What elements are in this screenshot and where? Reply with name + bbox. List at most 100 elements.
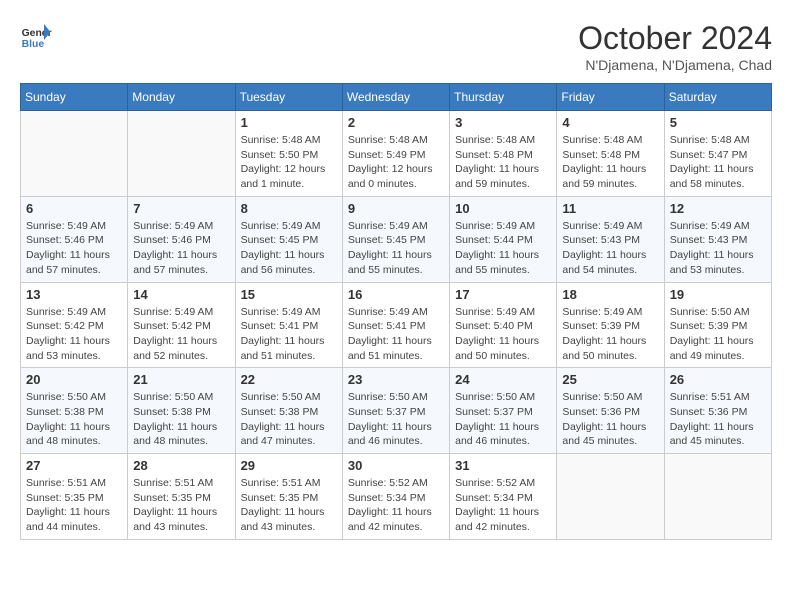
- calendar-cell: 26 Sunrise: 5:51 AMSunset: 5:36 PMDayligh…: [664, 368, 771, 454]
- calendar-cell: 7 Sunrise: 5:49 AMSunset: 5:46 PMDaylight…: [128, 196, 235, 282]
- calendar-cell: 13 Sunrise: 5:49 AMSunset: 5:42 PMDayligh…: [21, 282, 128, 368]
- day-info: Sunrise: 5:51 AMSunset: 5:35 PMDaylight:…: [26, 476, 122, 535]
- day-number: 12: [670, 201, 766, 216]
- day-info: Sunrise: 5:48 AMSunset: 5:48 PMDaylight:…: [562, 133, 658, 192]
- calendar-table: SundayMondayTuesdayWednesdayThursdayFrid…: [20, 83, 772, 540]
- svg-text:Blue: Blue: [22, 39, 45, 50]
- day-number: 4: [562, 115, 658, 130]
- day-info: Sunrise: 5:49 AMSunset: 5:42 PMDaylight:…: [26, 305, 122, 364]
- day-number: 2: [348, 115, 444, 130]
- day-info: Sunrise: 5:50 AMSunset: 5:38 PMDaylight:…: [133, 390, 229, 449]
- day-number: 16: [348, 287, 444, 302]
- calendar-cell: 23Sunrise: 5:50 AMSunset: 5:37 PMDayligh…: [342, 368, 449, 454]
- day-number: 18: [562, 287, 658, 302]
- calendar-cell: 29 Sunrise: 5:51 AMSunset: 5:35 PMDayligh…: [235, 454, 342, 540]
- weekday-header: Saturday: [664, 84, 771, 111]
- day-info: Sunrise: 5:52 AMSunset: 5:34 PMDaylight:…: [455, 476, 551, 535]
- calendar-cell: 10 Sunrise: 5:49 AMSunset: 5:44 PMDayligh…: [450, 196, 557, 282]
- day-info: Sunrise: 5:51 AMSunset: 5:36 PMDaylight:…: [670, 390, 766, 449]
- day-info: Sunrise: 5:49 AMSunset: 5:42 PMDaylight:…: [133, 305, 229, 364]
- calendar-cell: 25 Sunrise: 5:50 AMSunset: 5:36 PMDayligh…: [557, 368, 664, 454]
- day-info: Sunrise: 5:49 AMSunset: 5:43 PMDaylight:…: [670, 219, 766, 278]
- day-number: 26: [670, 372, 766, 387]
- day-info: Sunrise: 5:50 AMSunset: 5:36 PMDaylight:…: [562, 390, 658, 449]
- day-number: 6: [26, 201, 122, 216]
- day-number: 25: [562, 372, 658, 387]
- location: N'Djamena, N'Djamena, Chad: [578, 57, 772, 73]
- calendar-cell: [128, 111, 235, 197]
- weekday-header: Thursday: [450, 84, 557, 111]
- day-number: 27: [26, 458, 122, 473]
- calendar-cell: 30Sunrise: 5:52 AMSunset: 5:34 PMDayligh…: [342, 454, 449, 540]
- day-info: Sunrise: 5:49 AMSunset: 5:45 PMDaylight:…: [241, 219, 337, 278]
- calendar-cell: 2 Sunrise: 5:48 AMSunset: 5:49 PMDaylight…: [342, 111, 449, 197]
- logo-icon: General Blue: [20, 20, 52, 52]
- calendar-week-row: 1 Sunrise: 5:48 AMSunset: 5:50 PMDaylight…: [21, 111, 772, 197]
- weekday-header: Monday: [128, 84, 235, 111]
- weekday-header: Wednesday: [342, 84, 449, 111]
- day-number: 15: [241, 287, 337, 302]
- calendar-cell: 14 Sunrise: 5:49 AMSunset: 5:42 PMDayligh…: [128, 282, 235, 368]
- weekday-header: Tuesday: [235, 84, 342, 111]
- day-info: Sunrise: 5:51 AMSunset: 5:35 PMDaylight:…: [133, 476, 229, 535]
- day-number: 3: [455, 115, 551, 130]
- calendar-cell: 21 Sunrise: 5:50 AMSunset: 5:38 PMDayligh…: [128, 368, 235, 454]
- page-header: General Blue October 2024 N'Djamena, N'D…: [20, 20, 772, 73]
- day-info: Sunrise: 5:50 AMSunset: 5:37 PMDaylight:…: [455, 390, 551, 449]
- calendar-cell: 4 Sunrise: 5:48 AMSunset: 5:48 PMDaylight…: [557, 111, 664, 197]
- day-number: 22: [241, 372, 337, 387]
- day-number: 11: [562, 201, 658, 216]
- day-number: 29: [241, 458, 337, 473]
- weekday-header: Sunday: [21, 84, 128, 111]
- calendar-cell: 28 Sunrise: 5:51 AMSunset: 5:35 PMDayligh…: [128, 454, 235, 540]
- calendar-cell: 1 Sunrise: 5:48 AMSunset: 5:50 PMDaylight…: [235, 111, 342, 197]
- day-number: 31: [455, 458, 551, 473]
- day-number: 5: [670, 115, 766, 130]
- calendar-cell: 17 Sunrise: 5:49 AMSunset: 5:40 PMDayligh…: [450, 282, 557, 368]
- day-info: Sunrise: 5:49 AMSunset: 5:46 PMDaylight:…: [26, 219, 122, 278]
- calendar-cell: [557, 454, 664, 540]
- calendar-cell: 5 Sunrise: 5:48 AMSunset: 5:47 PMDaylight…: [664, 111, 771, 197]
- day-info: Sunrise: 5:50 AMSunset: 5:39 PMDaylight:…: [670, 305, 766, 364]
- day-info: Sunrise: 5:49 AMSunset: 5:46 PMDaylight:…: [133, 219, 229, 278]
- calendar-cell: 31 Sunrise: 5:52 AMSunset: 5:34 PMDayligh…: [450, 454, 557, 540]
- day-number: 19: [670, 287, 766, 302]
- weekday-header: Friday: [557, 84, 664, 111]
- calendar-cell: 11Sunrise: 5:49 AMSunset: 5:43 PMDayligh…: [557, 196, 664, 282]
- month-title: October 2024: [578, 20, 772, 57]
- day-number: 8: [241, 201, 337, 216]
- calendar-cell: [21, 111, 128, 197]
- day-info: Sunrise: 5:49 AMSunset: 5:41 PMDaylight:…: [241, 305, 337, 364]
- day-number: 13: [26, 287, 122, 302]
- calendar-week-row: 20 Sunrise: 5:50 AMSunset: 5:38 PMDayligh…: [21, 368, 772, 454]
- day-info: Sunrise: 5:48 AMSunset: 5:49 PMDaylight:…: [348, 133, 444, 192]
- day-info: Sunrise: 5:50 AMSunset: 5:38 PMDaylight:…: [26, 390, 122, 449]
- calendar-cell: 22Sunrise: 5:50 AMSunset: 5:38 PMDayligh…: [235, 368, 342, 454]
- day-info: Sunrise: 5:49 AMSunset: 5:44 PMDaylight:…: [455, 219, 551, 278]
- day-info: Sunrise: 5:52 AMSunset: 5:34 PMDaylight:…: [348, 476, 444, 535]
- day-number: 9: [348, 201, 444, 216]
- day-info: Sunrise: 5:49 AMSunset: 5:45 PMDaylight:…: [348, 219, 444, 278]
- day-info: Sunrise: 5:49 AMSunset: 5:40 PMDaylight:…: [455, 305, 551, 364]
- day-number: 7: [133, 201, 229, 216]
- day-info: Sunrise: 5:48 AMSunset: 5:50 PMDaylight:…: [241, 133, 337, 192]
- calendar-week-row: 6 Sunrise: 5:49 AMSunset: 5:46 PMDaylight…: [21, 196, 772, 282]
- day-number: 14: [133, 287, 229, 302]
- day-info: Sunrise: 5:49 AMSunset: 5:41 PMDaylight:…: [348, 305, 444, 364]
- calendar-cell: 18Sunrise: 5:49 AMSunset: 5:39 PMDayligh…: [557, 282, 664, 368]
- day-number: 10: [455, 201, 551, 216]
- calendar-cell: 20 Sunrise: 5:50 AMSunset: 5:38 PMDayligh…: [21, 368, 128, 454]
- day-number: 21: [133, 372, 229, 387]
- calendar-cell: 19 Sunrise: 5:50 AMSunset: 5:39 PMDayligh…: [664, 282, 771, 368]
- day-number: 17: [455, 287, 551, 302]
- day-number: 1: [241, 115, 337, 130]
- day-number: 28: [133, 458, 229, 473]
- logo: General Blue: [20, 20, 52, 52]
- day-info: Sunrise: 5:51 AMSunset: 5:35 PMDaylight:…: [241, 476, 337, 535]
- calendar-cell: 6 Sunrise: 5:49 AMSunset: 5:46 PMDaylight…: [21, 196, 128, 282]
- day-info: Sunrise: 5:48 AMSunset: 5:47 PMDaylight:…: [670, 133, 766, 192]
- calendar-cell: 24Sunrise: 5:50 AMSunset: 5:37 PMDayligh…: [450, 368, 557, 454]
- calendar-cell: [664, 454, 771, 540]
- day-info: Sunrise: 5:48 AMSunset: 5:48 PMDaylight:…: [455, 133, 551, 192]
- day-number: 20: [26, 372, 122, 387]
